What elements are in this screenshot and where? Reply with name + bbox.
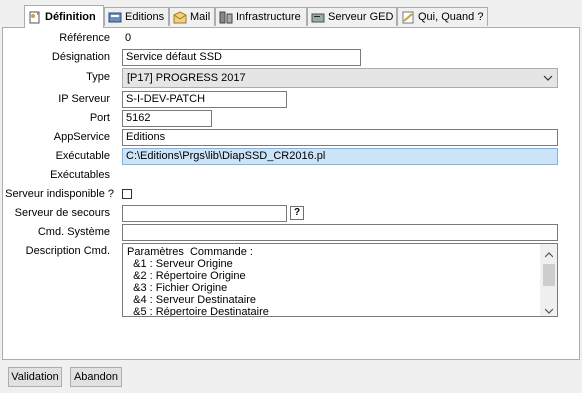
type-select[interactable]: [P17] PROGRESS 2017	[122, 68, 558, 88]
tab-definition[interactable]: Définition	[24, 5, 104, 28]
editions-icon	[108, 11, 122, 24]
backup-server-field[interactable]	[122, 205, 287, 222]
ip-field[interactable]: S-I-DEV-PATCH	[122, 91, 287, 108]
help-button[interactable]: ?	[290, 206, 304, 220]
description-label: Description Cmd.	[25, 245, 110, 257]
cmd-field[interactable]	[122, 224, 558, 241]
tab-label: Qui, Quand ?	[418, 11, 484, 23]
unavailable-checkbox[interactable]	[122, 189, 132, 199]
type-select-value: [P17] PROGRESS 2017	[127, 72, 246, 84]
unavailable-label: Serveur indisponible ?	[5, 188, 114, 200]
abandon-button[interactable]: Abandon	[70, 367, 122, 387]
memo-line: &2 : Répertoire Origine	[127, 270, 246, 282]
chevron-up-icon[interactable]	[544, 249, 554, 258]
tab-label: Définition	[45, 11, 96, 23]
tab-strip: Définition Editions Mail Infrastructure …	[0, 0, 582, 28]
reference-value: 0	[125, 32, 132, 44]
port-field[interactable]: 5162	[122, 110, 212, 127]
definition-icon	[28, 11, 42, 24]
description-memo[interactable]: Paramètres Commande : &1 : Serveur Origi…	[122, 243, 558, 317]
chevron-down-icon	[543, 73, 553, 83]
memo-line: &4 : Serveur Destinataire	[127, 294, 257, 306]
port-label: Port	[89, 112, 110, 124]
tab-infrastructure[interactable]: Infrastructure	[215, 7, 307, 26]
cmd-label: Cmd. Système	[37, 226, 110, 238]
backup-label: Serveur de secours	[14, 207, 110, 219]
memo-scrollbar[interactable]	[540, 244, 557, 316]
appservice-field[interactable]: Editions	[122, 129, 558, 146]
memo-line: &5 : Répertoire Destinataire	[127, 306, 269, 317]
memo-line: &1 : Serveur Origine	[127, 258, 233, 270]
tab-label: Serveur GED	[328, 11, 394, 23]
reference-label: Référence	[59, 32, 110, 44]
executable-field[interactable]: C:\Editions\Prgs\lib\DiapSSD_CR2016.pl	[122, 148, 558, 165]
tab-label: Mail	[190, 11, 211, 23]
validation-button[interactable]: Validation	[8, 367, 62, 387]
tab-label: Infrastructure	[236, 11, 301, 23]
executable-label: Exécutable	[55, 150, 110, 162]
who-when-icon	[401, 11, 415, 24]
server-icon	[311, 11, 325, 24]
tab-editions[interactable]: Editions	[104, 7, 169, 26]
tab-serveur-ged[interactable]: Serveur GED	[307, 7, 397, 26]
designation-field[interactable]: Service défaut SSD	[122, 49, 361, 66]
type-label: Type	[86, 71, 110, 83]
scrollbar-thumb[interactable]	[543, 264, 555, 286]
memo-line: Paramètres Commande :	[127, 246, 253, 258]
mail-icon	[173, 10, 187, 24]
infrastructure-icon	[219, 11, 233, 24]
appservice-label: AppService	[53, 131, 110, 143]
memo-line: &3 : Fichier Origine	[127, 282, 228, 294]
tab-qui-quand[interactable]: Qui, Quand ?	[397, 7, 488, 26]
tab-label: Editions	[125, 11, 165, 23]
tab-mail[interactable]: Mail	[169, 7, 215, 26]
chevron-down-icon[interactable]	[544, 305, 554, 314]
executables-label: Exécutables	[50, 169, 110, 181]
ip-label: IP Serveur	[58, 93, 110, 105]
designation-label: Désignation	[51, 51, 110, 63]
